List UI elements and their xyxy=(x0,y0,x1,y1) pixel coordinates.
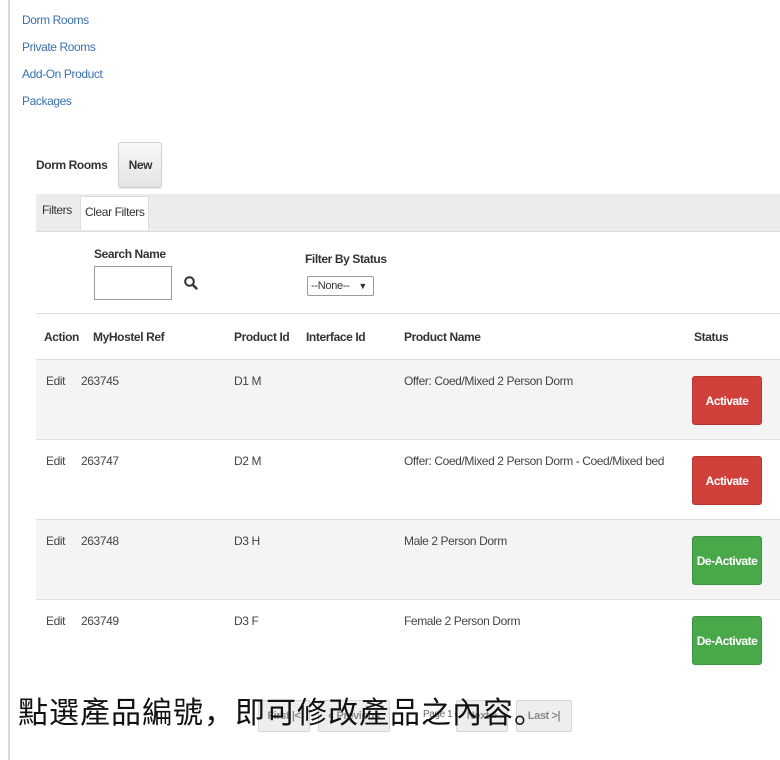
activate-button[interactable]: Activate xyxy=(692,456,762,505)
column-header-action: Action xyxy=(44,330,79,344)
status-filter-value: --None-- xyxy=(311,280,350,292)
grid-divider xyxy=(36,313,780,314)
myhostel-ref-cell: 263745 xyxy=(81,374,119,388)
new-button[interactable]: New xyxy=(118,142,163,188)
edit-link[interactable]: Edit xyxy=(46,454,65,468)
column-header-product-id: Product Id xyxy=(234,330,290,344)
myhostel-ref-cell: 263749 xyxy=(81,614,119,628)
status-filter-select[interactable]: --None-- ▼ xyxy=(307,276,374,296)
product-id-cell: D3 F xyxy=(234,614,259,628)
product-name-cell: Offer: Coed/Mixed 2 Person Dorm - Coed/M… xyxy=(404,454,665,468)
instruction-caption: 點選產品編號，即可修改產品之內容。 xyxy=(18,696,545,731)
product-type-nav: Dorm Rooms Private Rooms Add-On Product … xyxy=(22,13,103,121)
deactivate-button[interactable]: De-Activate xyxy=(692,536,762,585)
page-left-border xyxy=(8,0,10,760)
table-row: Edit 263749 D3 F Female 2 Person Dorm De… xyxy=(36,599,780,679)
column-header-status: Status xyxy=(694,330,729,344)
filters-tab-bar: Filters Clear Filters xyxy=(36,194,780,232)
product-name-cell: Female 2 Person Dorm xyxy=(404,614,521,628)
product-name-cell: Male 2 Person Dorm xyxy=(404,534,507,548)
column-header-interface-id: Interface Id xyxy=(306,330,366,344)
myhostel-ref-cell: 263748 xyxy=(81,534,119,548)
nav-link-packages[interactable]: Packages xyxy=(22,94,102,121)
table-row: Edit 263748 D3 H Male 2 Person Dorm De-A… xyxy=(36,519,780,599)
edit-link[interactable]: Edit xyxy=(46,614,65,628)
section-header: Dorm Rooms New xyxy=(36,142,163,188)
nav-link-dorm-rooms[interactable]: Dorm Rooms xyxy=(22,13,102,40)
tab-clear-filters[interactable]: Clear Filters xyxy=(80,196,150,230)
column-header-product-name: Product Name xyxy=(404,330,481,344)
deactivate-button[interactable]: De-Activate xyxy=(692,616,762,665)
nav-link-private-rooms[interactable]: Private Rooms xyxy=(22,40,102,67)
edit-link[interactable]: Edit xyxy=(46,374,65,388)
product-id-cell: D2 M xyxy=(234,454,262,468)
column-header-myhostel-ref: MyHostel Ref xyxy=(93,330,165,344)
table-row: Edit 263745 D1 M Offer: Coed/Mixed 2 Per… xyxy=(36,359,780,439)
myhostel-ref-cell: 263747 xyxy=(81,454,119,468)
edit-link[interactable]: Edit xyxy=(46,534,65,548)
caret-down-icon: ▼ xyxy=(358,281,367,291)
product-id-cell: D1 M xyxy=(234,374,262,388)
table-row: Edit 263747 D2 M Offer: Coed/Mixed 2 Per… xyxy=(36,439,780,519)
product-name-cell: Offer: Coed/Mixed 2 Person Dorm xyxy=(404,374,573,388)
tab-filters[interactable]: Filters xyxy=(42,203,72,217)
filter-by-status-label: Filter By Status xyxy=(305,252,387,266)
search-name-label: Search Name xyxy=(94,247,166,261)
product-id-cell: D3 H xyxy=(234,534,260,548)
activate-button[interactable]: Activate xyxy=(692,376,762,425)
nav-link-add-on-product[interactable]: Add-On Product xyxy=(22,67,103,94)
section-title: Dorm Rooms xyxy=(36,158,108,172)
search-name-input[interactable] xyxy=(94,266,172,300)
search-icon[interactable] xyxy=(183,275,199,291)
